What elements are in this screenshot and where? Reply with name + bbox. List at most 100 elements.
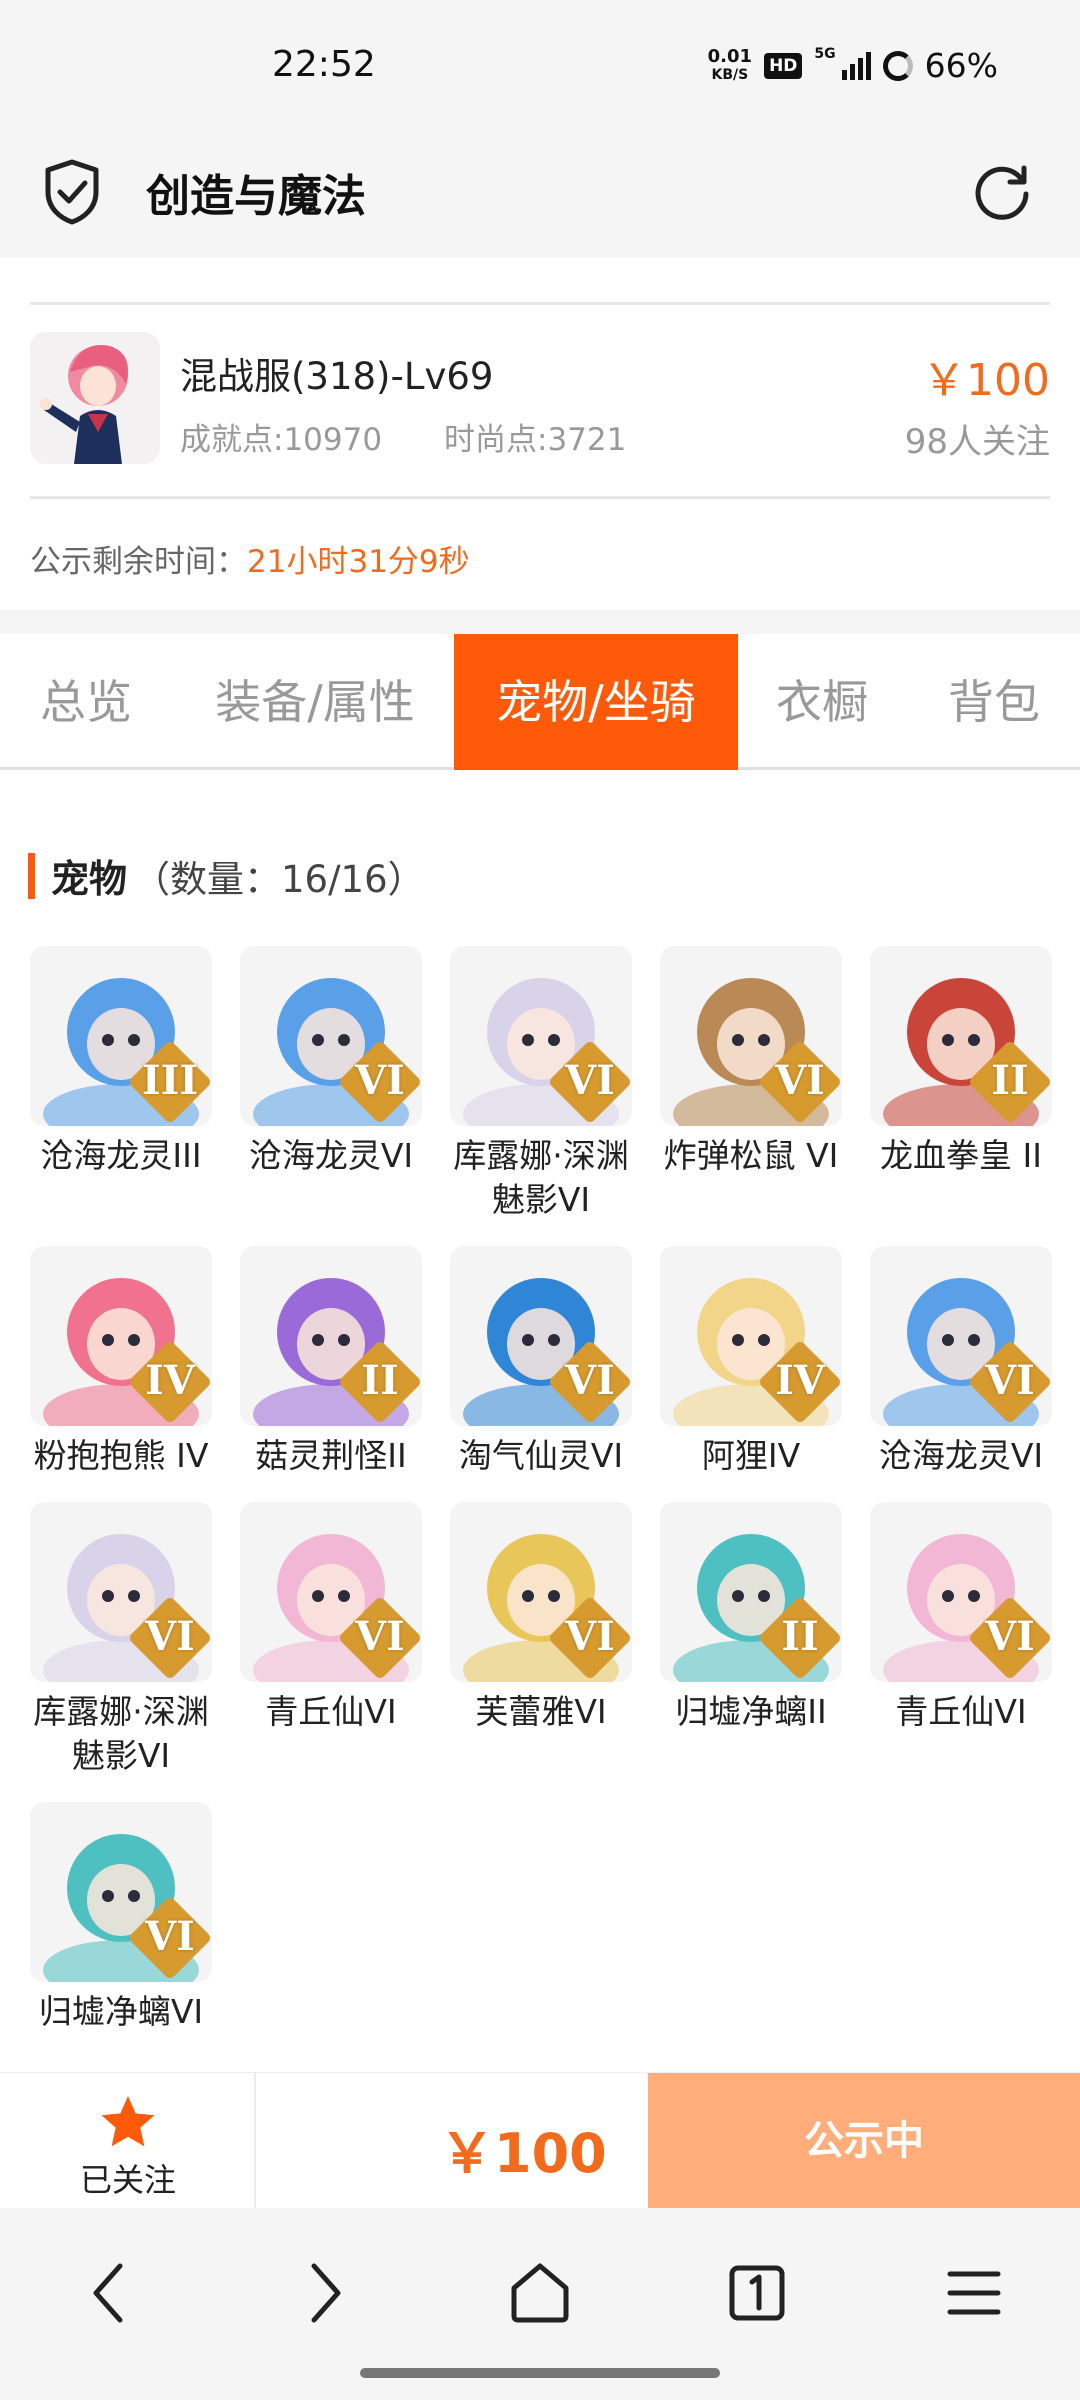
divider: [30, 496, 1050, 499]
pet-name: 归墟净螭II: [675, 1692, 827, 1731]
grade-label: VI: [565, 1613, 615, 1660]
follower-count: 98人关注: [904, 422, 1050, 462]
pet-portrait: III: [30, 946, 212, 1126]
pet-name: 龙血拳皇 II: [880, 1136, 1042, 1175]
pet-portrait: VI: [240, 1502, 422, 1682]
pet-portrait: VI: [30, 1802, 212, 1982]
pet-item[interactable]: III 沧海龙灵III: [30, 946, 212, 1178]
tabs-count-icon[interactable]: [726, 2258, 788, 2328]
pet-portrait: VI: [450, 1246, 632, 1426]
grade-label: VI: [355, 1057, 405, 1104]
battery-icon: [882, 50, 913, 81]
product-card: 混战服(318)-Lv69 ￥100 成就点:10970 时尚点:3721 98…: [30, 330, 1050, 470]
tab-equipment[interactable]: 装备/属性: [190, 634, 440, 770]
pet-item[interactable]: IV 粉抱抱熊 IV: [30, 1246, 212, 1478]
pet-portrait: II: [240, 1246, 422, 1426]
grade-label: II: [781, 1613, 819, 1660]
follow-button[interactable]: 已关注: [0, 2073, 256, 2209]
character-name: 混战服(318)-Lv69: [180, 355, 494, 398]
status-time: 22:52: [272, 44, 376, 85]
pet-item[interactable]: VI 炸弹松鼠 VI: [660, 946, 842, 1178]
character-avatar: [30, 332, 160, 464]
countdown-label: 公示剩余时间：: [30, 544, 247, 580]
publicity-status-button[interactable]: 公示中: [648, 2073, 1080, 2209]
bottom-price: ￥100: [440, 2122, 607, 2185]
pet-item[interactable]: VI 淘气仙灵VI: [450, 1246, 632, 1478]
grade-label: VI: [985, 1357, 1035, 1404]
tab-pets-mounts[interactable]: 宠物/坐骑: [454, 634, 738, 770]
pet-item[interactable]: VI 沧海龙灵VI: [240, 946, 422, 1178]
pet-item[interactable]: VI 沧海龙灵VI: [870, 1246, 1052, 1478]
grade-label: VI: [565, 1057, 615, 1104]
grade-label: IV: [145, 1357, 195, 1404]
pet-portrait: VI: [450, 1502, 632, 1682]
pet-name: 粉抱抱熊 IV: [33, 1436, 209, 1475]
section-accent: [28, 852, 35, 899]
tab-wardrobe[interactable]: 衣橱: [752, 634, 892, 770]
publicity-countdown: 公示剩余时间：21小时31分9秒: [30, 536, 470, 581]
pet-name: 归墟净螭VI: [38, 1992, 204, 2031]
grade-label: IV: [775, 1357, 825, 1404]
pet-portrait: IV: [30, 1246, 212, 1426]
grade-label: III: [141, 1057, 199, 1104]
pet-portrait: VI: [870, 1246, 1052, 1426]
section-title: 宠物: [51, 857, 128, 901]
tab-backpack[interactable]: 背包: [922, 634, 1066, 770]
grade-label: VI: [145, 1913, 195, 1960]
hd-icon: HD: [764, 52, 803, 79]
signal-icon: [841, 51, 871, 80]
pet-item[interactable]: VI 芙蕾雅VI: [450, 1502, 632, 1734]
achievement-points: 成就点:10970: [180, 422, 383, 458]
back-icon[interactable]: [84, 2258, 134, 2328]
pet-portrait: VI: [30, 1502, 212, 1682]
grade-label: II: [991, 1057, 1029, 1104]
grade-label: VI: [985, 1613, 1035, 1660]
pet-item[interactable]: II 龙血拳皇 II: [870, 946, 1052, 1178]
pet-name: 青丘仙VI: [895, 1692, 1027, 1731]
pet-portrait: II: [660, 1502, 842, 1682]
grade-label: VI: [355, 1613, 405, 1660]
pet-name: 阿狸IV: [701, 1436, 801, 1475]
pet-portrait: VI: [240, 946, 422, 1126]
bottom-action-bar: 已关注 ￥100 公示中: [0, 2072, 1080, 2209]
pet-name: 芙蕾雅VI: [475, 1692, 607, 1731]
fashion-points: 时尚点:3721: [444, 422, 627, 458]
section-header: 宠物 （数量：16/16）: [28, 848, 425, 903]
pet-item[interactable]: VI 青丘仙VI: [870, 1502, 1052, 1734]
forward-icon[interactable]: [300, 2258, 350, 2328]
pet-portrait: VI: [660, 946, 842, 1126]
pet-portrait: VI: [870, 1502, 1052, 1682]
tab-bar: 总览 装备/属性 宠物/坐骑 衣橱 背包: [0, 634, 1080, 770]
tab-overview[interactable]: 总览: [0, 634, 172, 770]
grade-label: VI: [775, 1057, 825, 1104]
home-icon[interactable]: [508, 2258, 572, 2328]
pet-name: 淘气仙灵VI: [458, 1436, 624, 1475]
network-speed: 0.01 KB/S: [708, 47, 752, 84]
pet-item[interactable]: VI 青丘仙VI: [240, 1502, 422, 1734]
pet-item[interactable]: VI 归墟净螭VI: [30, 1802, 212, 2034]
battery-level: 66%: [924, 46, 998, 85]
pet-name: 青丘仙VI: [265, 1692, 397, 1731]
page-title: 创造与魔法: [146, 171, 366, 222]
pet-name: 沧海龙灵III: [40, 1136, 202, 1175]
pet-item[interactable]: VI 库露娜·深渊魅影VI: [30, 1502, 212, 1778]
pet-item[interactable]: IV 阿狸IV: [660, 1246, 842, 1478]
pet-portrait: II: [870, 946, 1052, 1126]
pet-portrait: VI: [450, 946, 632, 1126]
menu-icon[interactable]: [944, 2258, 1004, 2328]
status-bar: 22:52 0.01 KB/S HD 5G 66%: [0, 0, 1080, 130]
pet-name: 炸弹松鼠 VI: [663, 1136, 839, 1175]
app-header: 创造与魔法: [0, 130, 1080, 258]
refresh-icon[interactable]: [972, 160, 1034, 222]
shield-check-icon[interactable]: [42, 158, 102, 226]
pet-item[interactable]: II 菇灵荆怪II: [240, 1246, 422, 1478]
pet-name: 库露娜·深渊魅影VI: [33, 1692, 209, 1775]
pet-portrait: IV: [660, 1246, 842, 1426]
pet-item[interactable]: II 归墟净螭II: [660, 1502, 842, 1734]
pet-name: 沧海龙灵VI: [878, 1436, 1044, 1475]
pet-name: 菇灵荆怪II: [255, 1436, 407, 1475]
home-indicator: [360, 2368, 720, 2378]
pet-item[interactable]: VI 库露娜·深渊魅影VI: [450, 946, 632, 1222]
star-icon: [101, 2096, 155, 2147]
countdown-value: 21小时31分9秒: [247, 544, 470, 580]
